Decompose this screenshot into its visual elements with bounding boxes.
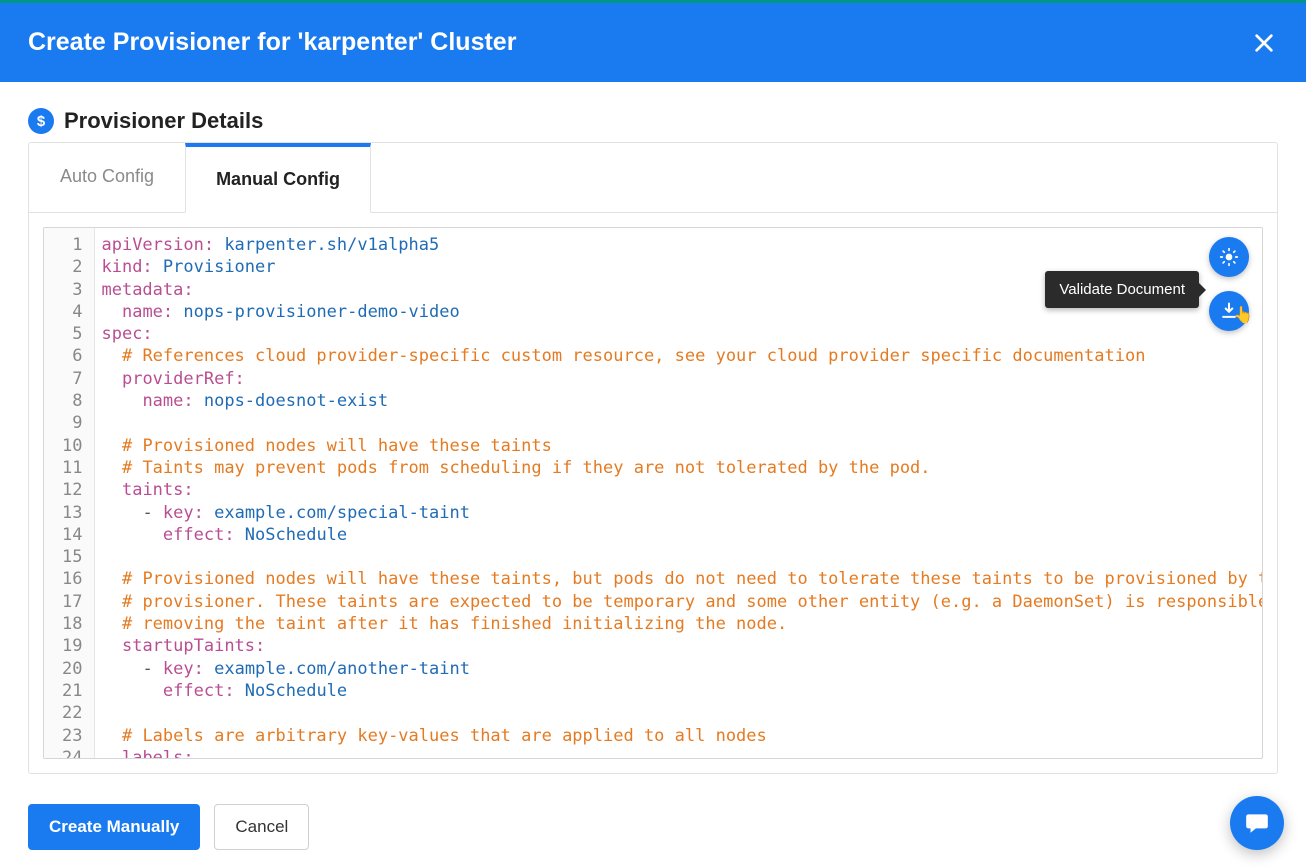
code-line: providerRef: (101, 368, 1254, 390)
code-line: - key: example.com/another-taint (101, 658, 1254, 680)
tabs: Auto Config Manual Config (29, 143, 1277, 213)
cancel-button[interactable]: Cancel (214, 804, 309, 850)
code-line (101, 412, 1254, 434)
theme-toggle-button[interactable] (1209, 237, 1249, 277)
code-line: # Provisioned nodes will have these tain… (101, 435, 1254, 457)
code-line: labels: (101, 747, 1254, 758)
tab-auto-config[interactable]: Auto Config (29, 143, 185, 213)
content-area: $ Provisioner Details Auto Config Manual… (0, 82, 1306, 774)
code-line (101, 546, 1254, 568)
create-manually-button[interactable]: Create Manually (28, 804, 200, 850)
validate-tooltip: Validate Document (1045, 271, 1199, 308)
code-line: startupTaints: (101, 635, 1254, 657)
sun-icon (1219, 247, 1239, 267)
download-icon (1219, 301, 1239, 321)
code-line: spec: (101, 323, 1254, 345)
dollar-icon: $ (28, 108, 54, 134)
close-button[interactable] (1250, 29, 1278, 57)
footer: Create Manually Cancel (0, 804, 1306, 868)
editor-gutter: 1 2 3 4 5 6 7 8 9 10 11 12 13 14 15 16 1… (44, 228, 95, 758)
code-line: # provisioner. These taints are expected… (101, 591, 1254, 613)
close-icon (1253, 32, 1275, 54)
code-line: taints: (101, 479, 1254, 501)
modal-header: Create Provisioner for 'karpenter' Clust… (0, 0, 1306, 82)
chat-support-button[interactable] (1230, 796, 1284, 850)
code-line: effect: NoSchedule (101, 524, 1254, 546)
code-line: - key: example.com/special-taint (101, 502, 1254, 524)
editor-action-buttons (1209, 237, 1249, 331)
code-line: # References cloud provider-specific cus… (101, 345, 1254, 367)
code-line: # Labels are arbitrary key-values that a… (101, 725, 1254, 747)
code-line: apiVersion: karpenter.sh/v1alpha5 (101, 234, 1254, 256)
tab-manual-config[interactable]: Manual Config (185, 143, 371, 213)
validate-document-button[interactable] (1209, 291, 1249, 331)
code-line: effect: NoSchedule (101, 680, 1254, 702)
section-title: Provisioner Details (64, 108, 263, 134)
code-line: # Taints may prevent pods from schedulin… (101, 457, 1254, 479)
editor-wrap: 1 2 3 4 5 6 7 8 9 10 11 12 13 14 15 16 1… (29, 213, 1277, 773)
modal-title: Create Provisioner for 'karpenter' Clust… (28, 28, 516, 57)
code-line: # Provisioned nodes will have these tain… (101, 568, 1254, 590)
panel: Auto Config Manual Config 1 2 3 4 5 6 7 … (28, 142, 1278, 774)
code-line (101, 702, 1254, 724)
code-line: # removing the taint after it has finish… (101, 613, 1254, 635)
code-line: name: nops-doesnot-exist (101, 390, 1254, 412)
section-header: $ Provisioner Details (28, 108, 1278, 134)
chat-icon (1244, 810, 1270, 836)
